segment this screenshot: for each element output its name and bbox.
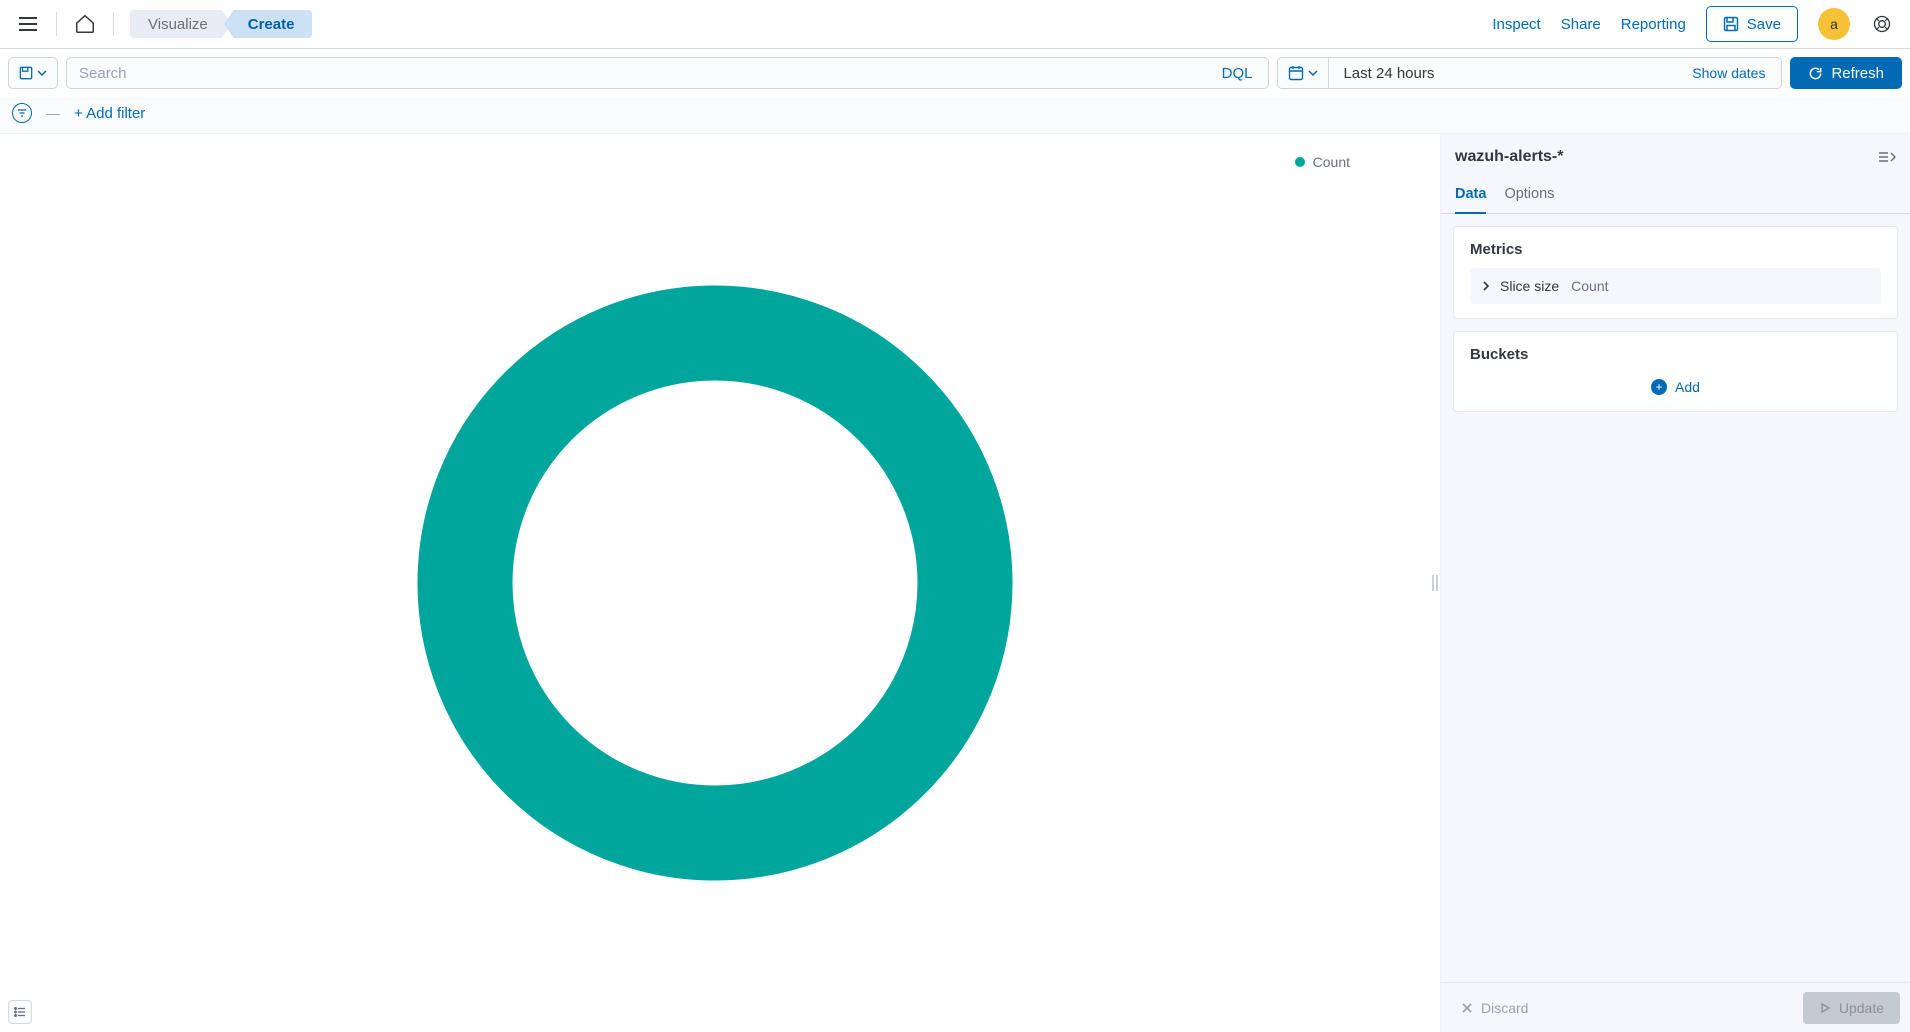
query-bar: DQL Last 24 hours Show dates Refresh	[0, 49, 1910, 97]
share-link[interactable]: Share	[1561, 16, 1601, 33]
divider	[113, 12, 114, 36]
query-language-button[interactable]: DQL	[1206, 58, 1269, 88]
metric-slice-size[interactable]: Slice size Count	[1470, 268, 1881, 304]
editor-body: Metrics Slice size Count Buckets + Add	[1441, 214, 1910, 982]
news-button[interactable]	[1866, 8, 1898, 40]
update-label: Update	[1839, 1000, 1884, 1016]
main-menu-button[interactable]	[12, 8, 44, 40]
refresh-icon	[1808, 66, 1823, 81]
play-icon	[1819, 1002, 1831, 1014]
buckets-card: Buckets + Add	[1453, 331, 1898, 412]
main-content: Count wazuh-alerts-* Data Options Metric…	[0, 134, 1910, 1032]
time-range-label[interactable]: Last 24 hours	[1329, 58, 1676, 88]
save-button-label: Save	[1747, 16, 1781, 33]
avatar[interactable]: a	[1818, 8, 1850, 40]
tab-data[interactable]: Data	[1455, 178, 1486, 214]
home-icon	[74, 13, 96, 35]
visualization-area: Count	[0, 134, 1430, 1032]
legend-series-label[interactable]: Count	[1313, 154, 1350, 170]
metrics-card: Metrics Slice size Count	[1453, 226, 1898, 319]
metric-label: Slice size	[1500, 278, 1559, 294]
close-icon	[1461, 1002, 1473, 1014]
editor-tabs: Data Options	[1441, 178, 1910, 214]
hamburger-icon	[19, 17, 37, 31]
buckets-title: Buckets	[1470, 346, 1881, 363]
donut-chart	[0, 134, 1430, 1032]
metrics-title: Metrics	[1470, 241, 1881, 258]
saved-query-button[interactable]	[8, 57, 58, 89]
editor-panel: wazuh-alerts-* Data Options Metrics Slic…	[1440, 134, 1910, 1032]
add-bucket-button[interactable]: + Add	[1470, 373, 1881, 397]
collapse-panel-button[interactable]	[1878, 150, 1896, 164]
header-actions: Inspect Share Reporting Save	[1492, 6, 1798, 42]
app-header: Visualize Create Inspect Share Reporting…	[0, 0, 1910, 49]
update-button: Update	[1803, 992, 1900, 1024]
refresh-button-label: Refresh	[1831, 65, 1884, 82]
chevron-down-icon	[37, 68, 47, 78]
tab-options[interactable]: Options	[1504, 178, 1554, 213]
donut-chart-svg	[415, 283, 1015, 883]
add-filter-button[interactable]: + Add filter	[74, 105, 145, 122]
search-group: DQL	[66, 57, 1269, 89]
save-icon	[1723, 16, 1739, 32]
lifebuoy-icon	[1872, 14, 1892, 34]
quick-select-button[interactable]	[1278, 58, 1328, 88]
chevron-down-icon	[1308, 68, 1318, 78]
panel-resize-handle[interactable]	[1430, 134, 1440, 1032]
breadcrumb-visualize[interactable]: Visualize	[130, 10, 232, 38]
drag-handle-icon	[1432, 575, 1438, 591]
discard-button: Discard	[1451, 994, 1538, 1022]
legend-dot-icon	[1295, 157, 1305, 167]
filter-options-button[interactable]	[12, 103, 32, 123]
discard-label: Discard	[1481, 1000, 1528, 1016]
plus-icon: +	[1651, 379, 1667, 395]
add-bucket-label: Add	[1675, 379, 1700, 395]
date-picker: Last 24 hours Show dates	[1277, 57, 1782, 89]
index-pattern-label[interactable]: wazuh-alerts-*	[1455, 148, 1563, 166]
editor-header: wazuh-alerts-*	[1441, 134, 1910, 172]
save-button[interactable]: Save	[1706, 6, 1798, 42]
legend-toggle-button[interactable]	[8, 1000, 32, 1024]
inspect-link[interactable]: Inspect	[1492, 16, 1540, 33]
calendar-icon	[1288, 65, 1304, 81]
save-icon	[19, 66, 33, 80]
reporting-link[interactable]: Reporting	[1621, 16, 1686, 33]
home-button[interactable]	[69, 8, 101, 40]
refresh-button[interactable]: Refresh	[1790, 57, 1902, 89]
divider	[56, 12, 57, 36]
chevron-right-icon	[1480, 280, 1492, 292]
search-input[interactable]	[67, 58, 1206, 88]
filter-icon	[17, 108, 27, 118]
editor-footer: Discard Update	[1441, 982, 1910, 1032]
list-icon	[14, 1007, 26, 1017]
show-dates-button[interactable]: Show dates	[1676, 58, 1781, 88]
metric-value: Count	[1571, 278, 1608, 294]
filter-bar: — + Add filter	[0, 97, 1910, 134]
breadcrumb: Visualize Create	[130, 10, 312, 38]
collapse-right-icon	[1878, 150, 1896, 164]
chart-legend: Count	[1295, 154, 1350, 170]
breadcrumb-create: Create	[224, 10, 313, 38]
